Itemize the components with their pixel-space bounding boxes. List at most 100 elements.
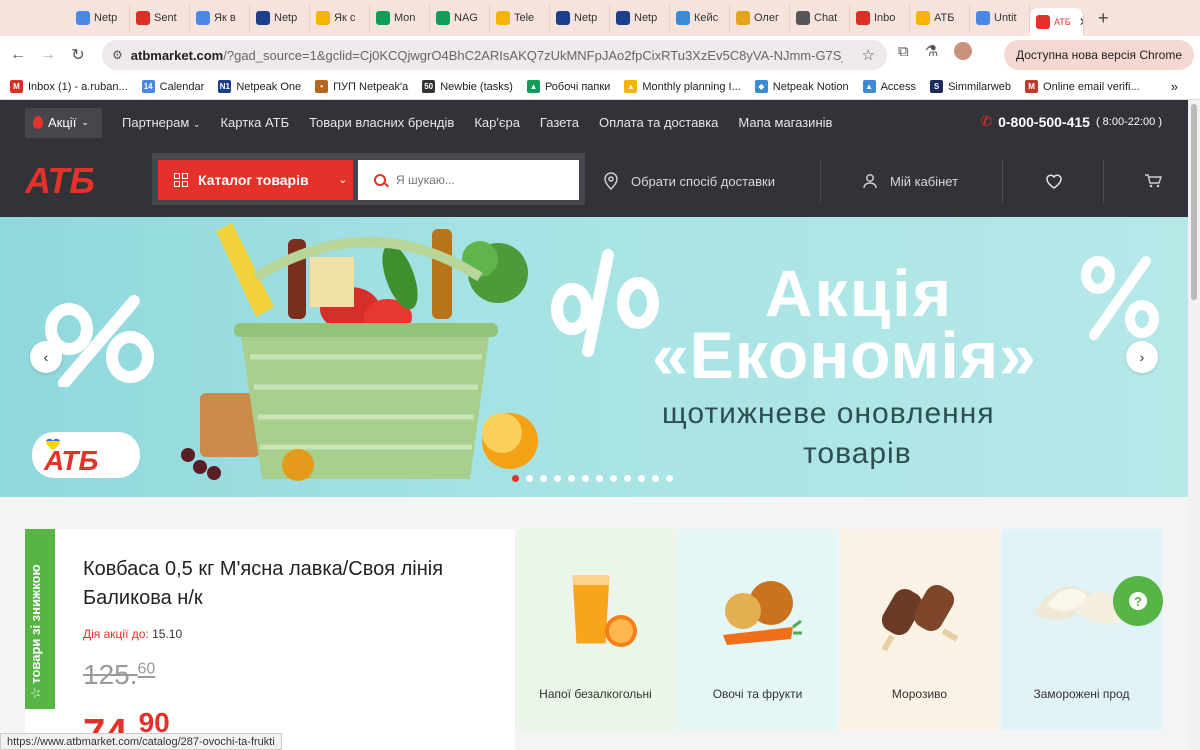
browser-tab-strip: Netp Sent Як в Netp Як с Mon NAG Tele Netp Netp Ке… — [0, 0, 1200, 36]
browser-tab[interactable]: Олег — [730, 4, 790, 32]
bookmark-item[interactable]: ▲ Monthly planning I... — [624, 80, 741, 93]
category-card-vegetables-fruits[interactable]: Овочі та фрукти — [677, 529, 838, 730]
bookmark-favicon-icon: 14 — [141, 80, 155, 93]
search-input[interactable] — [396, 173, 556, 187]
nav-link-partners[interactable]: Партнерам ⌄ — [122, 115, 200, 130]
header-divider — [1103, 159, 1104, 203]
browser-tab[interactable]: Кейс — [670, 4, 730, 32]
tab-label: АТБ — [934, 12, 955, 24]
banner-prev-button[interactable]: ‹ — [30, 341, 62, 373]
bookmark-star-icon[interactable]: ☆ — [862, 46, 875, 64]
bookmark-item[interactable]: • ПУП Netpeak'a — [315, 80, 408, 93]
reload-icon[interactable]: ↻ — [63, 45, 93, 65]
bookmark-item[interactable]: M Online email verifi... — [1025, 80, 1140, 93]
tab-label: Як в — [214, 12, 236, 24]
cabinet-link[interactable]: Мій кабінет — [862, 145, 958, 217]
catalog-button[interactable]: Каталог товарів ⌄ — [158, 160, 353, 200]
chrome-update-button[interactable]: Доступна нова версія Chrome — [1004, 40, 1194, 70]
scrollbar-thumb[interactable] — [1191, 104, 1197, 300]
header-divider — [820, 159, 821, 203]
nav-link-payment-delivery[interactable]: Оплата та доставка — [599, 115, 718, 130]
bookmark-item[interactable]: S Simmilarweb — [930, 80, 1011, 93]
bookmark-item[interactable]: ▲ Робочі папки — [526, 80, 610, 93]
bookmark-label: Simmilarweb — [948, 80, 1012, 93]
address-bar[interactable]: ⚙ atbmarket.com/?gad_source=1&gclid=Cj0K… — [102, 40, 887, 70]
bookmarks-overflow-icon[interactable]: » — [1171, 79, 1178, 94]
banner-dot[interactable] — [568, 475, 575, 482]
bookmark-label: Netpeak One — [236, 80, 302, 93]
banner-dot[interactable] — [596, 475, 603, 482]
browser-tab[interactable]: Netp — [550, 4, 610, 32]
browser-tab[interactable]: Mon — [370, 4, 430, 32]
banner-dot[interactable] — [624, 475, 631, 482]
browser-tab[interactable]: Sent — [130, 4, 190, 32]
chrome-labs-icon[interactable]: ⚗ — [925, 42, 938, 60]
profile-avatar[interactable] — [954, 42, 973, 60]
banner-next-button[interactable]: › — [1126, 341, 1158, 373]
banner-dot[interactable] — [512, 475, 519, 482]
banner-dot[interactable] — [666, 475, 673, 482]
promotions-button[interactable]: Акції ⌄ — [25, 107, 102, 138]
category-label: Напої безалкогольні — [539, 687, 652, 701]
banner-dot[interactable] — [554, 475, 561, 482]
browser-tab-active[interactable]: АТБ ✕ — [1030, 8, 1084, 36]
grocery-basket-illustration — [181, 223, 538, 481]
close-icon[interactable]: ✕ — [1079, 15, 1083, 29]
bookmark-item[interactable]: ◆ Netpeak Notion — [754, 80, 849, 93]
delivery-label: Обрати спосіб доставки — [631, 173, 775, 189]
search-icon[interactable] — [374, 174, 386, 186]
banner-dot[interactable] — [526, 475, 533, 482]
banner-dot[interactable] — [540, 475, 547, 482]
bookmark-item[interactable]: M Inbox (1) - a.ruban... — [10, 80, 128, 93]
browser-tab[interactable]: Як с — [310, 4, 370, 32]
forward-icon[interactable]: → — [33, 46, 63, 64]
browser-tab[interactable]: Chat — [790, 4, 850, 32]
bookmark-item[interactable]: 14 Calendar — [141, 80, 204, 93]
browser-tab[interactable]: Tele — [490, 4, 550, 32]
promo-banner[interactable]: Акція «Економія» щотижневе оновлення тов… — [0, 217, 1188, 497]
bookmark-item[interactable]: ▲ Access — [862, 80, 916, 93]
banner-dot[interactable] — [638, 475, 645, 482]
banner-dot[interactable] — [610, 475, 617, 482]
banner-dot[interactable] — [652, 475, 659, 482]
browser-tab[interactable]: Netp — [250, 4, 310, 32]
nav-link-career[interactable]: Кар'єра — [474, 115, 520, 130]
favorites-button[interactable] — [1045, 145, 1063, 217]
back-icon[interactable]: ← — [3, 46, 33, 64]
extensions-icon[interactable]: ⧉ — [898, 43, 909, 60]
nav-link-store-map[interactable]: Мапа магазинів — [738, 115, 832, 130]
bookmark-item[interactable]: 50 Newbie (tasks) — [422, 80, 513, 93]
delivery-selector[interactable]: Обрати спосіб доставки — [603, 145, 775, 217]
browser-tab[interactable]: Netp — [70, 4, 130, 32]
new-tab-icon[interactable]: + — [1098, 8, 1109, 29]
top-navigation: Акції ⌄ Партнерам ⌄ Картка АТБ Товари вл… — [0, 100, 1188, 145]
product-title[interactable]: Ковбаса 0,5 кг М'ясна лавка/Своя лінія Б… — [83, 555, 503, 613]
atb-logo[interactable]: АТБ — [25, 163, 117, 197]
category-card-frozen[interactable]: Заморожені прод — [1001, 529, 1162, 730]
cart-button[interactable] — [1144, 145, 1162, 217]
site-settings-icon[interactable]: ⚙ — [112, 48, 123, 62]
help-chat-button[interactable]: ? — [1113, 576, 1163, 626]
discount-product-card[interactable]: ☆ товари зі знижкою Ковбаса 0,5 кг М'ясн… — [25, 529, 515, 750]
browser-tab[interactable]: Untit — [970, 4, 1030, 32]
page-scrollbar[interactable] — [1188, 100, 1200, 750]
docs-icon — [976, 11, 990, 25]
banner-dot[interactable] — [582, 475, 589, 482]
hotline[interactable]: ✆ 0-800-500-415 ( 8:00-22:00 ) — [980, 113, 1162, 130]
browser-tab[interactable]: Netp — [610, 4, 670, 32]
browser-tab[interactable]: Як в — [190, 4, 250, 32]
category-card-drinks[interactable]: Напої безалкогольні — [515, 529, 676, 730]
drive-icon — [496, 11, 510, 25]
browser-tab[interactable]: NAG — [430, 4, 490, 32]
n1-icon — [256, 11, 270, 25]
bookmark-item[interactable]: N1 Netpeak One — [218, 80, 301, 93]
catalog-search-group: Каталог товарів ⌄ — [152, 153, 585, 205]
browser-tab[interactable]: АТБ — [910, 4, 970, 32]
category-card-ice-cream[interactable]: Морозиво — [839, 529, 1000, 730]
browser-tab[interactable]: Inbo — [850, 4, 910, 32]
chevron-down-icon: ⌄ — [81, 117, 89, 127]
nav-link-own-brands[interactable]: Товари власних брендів — [309, 115, 454, 130]
nav-link-atb-card[interactable]: Картка АТБ — [220, 115, 289, 130]
atb-badge-logo: АТБ — [43, 438, 98, 476]
nav-link-newspaper[interactable]: Газета — [540, 115, 579, 130]
